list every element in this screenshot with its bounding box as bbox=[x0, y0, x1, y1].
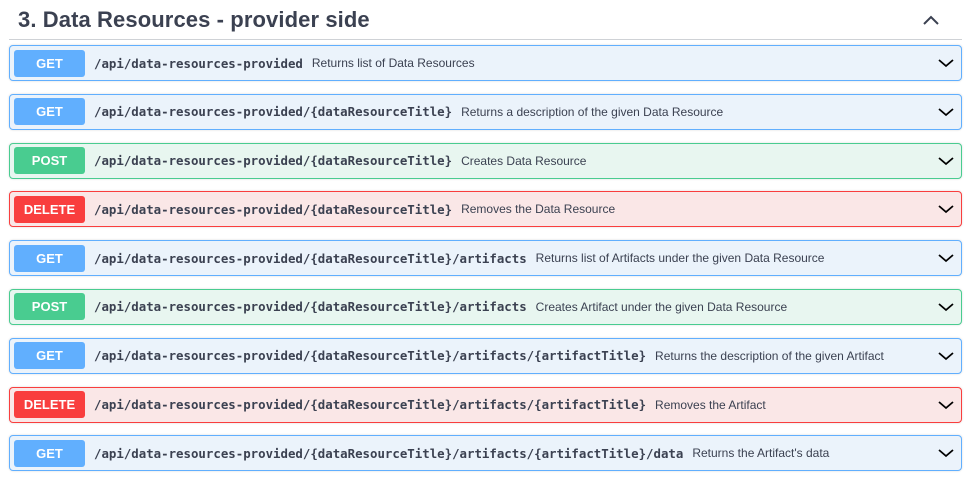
method-badge: GET bbox=[14, 244, 85, 272]
operation-row[interactable]: GET /api/data-resources-provided/{dataRe… bbox=[9, 93, 962, 130]
method-badge: GET bbox=[14, 49, 85, 77]
method-badge: DELETE bbox=[14, 195, 85, 223]
operation-path: /api/data-resources-provided/{dataResour… bbox=[94, 397, 647, 413]
operation-path: /api/data-resources-provided bbox=[94, 55, 303, 71]
operation-summary: Returns the description of the given Art… bbox=[655, 348, 884, 363]
operation-path: /api/data-resources-provided/{dataResour… bbox=[94, 250, 527, 266]
method-badge: POST bbox=[14, 293, 85, 321]
operation-row[interactable]: GET /api/data-resources-provided Returns… bbox=[9, 45, 962, 81]
operation-row[interactable]: GET /api/data-resources-provided/{dataRe… bbox=[9, 240, 962, 277]
chevron-down-icon[interactable] bbox=[936, 297, 956, 317]
operation-summary: Removes the Data Resource bbox=[461, 202, 616, 217]
operation-summary: Creates Data Resource bbox=[461, 153, 587, 168]
method-badge: DELETE bbox=[14, 391, 85, 419]
method-badge: GET bbox=[14, 98, 85, 126]
chevron-down-icon[interactable] bbox=[936, 199, 956, 219]
operation-path: /api/data-resources-provided/{dataResour… bbox=[94, 445, 684, 461]
method-badge: POST bbox=[14, 147, 85, 175]
operation-path: /api/data-resources-provided/{dataResour… bbox=[94, 348, 647, 364]
operation-summary: Returns list of Data Resources bbox=[311, 56, 475, 70]
operation-summary: Returns list of Artifacts under the give… bbox=[535, 251, 825, 266]
operation-row[interactable]: DELETE /api/data-resources-provided/{dat… bbox=[9, 386, 962, 423]
operations-list: GET /api/data-resources-provided Returns… bbox=[9, 45, 962, 484]
operation-row[interactable]: POST /api/data-resources-provided/{dataR… bbox=[9, 288, 962, 325]
chevron-down-icon[interactable] bbox=[936, 53, 956, 73]
operation-row[interactable]: GET /api/data-resources-provided/{dataRe… bbox=[9, 337, 962, 374]
section-header-data-resources-provider[interactable]: 3. Data Resources - provider side bbox=[9, 0, 962, 40]
method-badge: GET bbox=[14, 342, 85, 370]
operation-summary: Returns the Artifact's data bbox=[692, 446, 830, 461]
chevron-down-icon[interactable] bbox=[936, 151, 956, 171]
chevron-down-icon[interactable] bbox=[936, 248, 956, 268]
chevron-down-icon[interactable] bbox=[936, 443, 956, 463]
chevron-down-icon[interactable] bbox=[936, 395, 956, 415]
operation-summary: Creates Artifact under the given Data Re… bbox=[535, 299, 788, 314]
chevron-up-icon[interactable] bbox=[916, 5, 946, 35]
chevron-down-icon[interactable] bbox=[936, 102, 956, 122]
operation-summary: Removes the Artifact bbox=[655, 397, 766, 412]
method-badge: GET bbox=[14, 439, 85, 467]
operation-path: /api/data-resources-provided/{dataResour… bbox=[94, 201, 453, 217]
operation-row[interactable]: GET /api/data-resources-provided/{dataRe… bbox=[9, 435, 962, 472]
chevron-down-icon[interactable] bbox=[936, 346, 956, 366]
section-title: 3. Data Resources - provider side bbox=[18, 6, 370, 32]
operation-summary: Returns a description of the given Data … bbox=[461, 104, 724, 119]
operation-path: /api/data-resources-provided/{dataResour… bbox=[94, 104, 453, 120]
operation-path: /api/data-resources-provided/{dataResour… bbox=[94, 153, 453, 169]
operation-path: /api/data-resources-provided/{dataResour… bbox=[94, 299, 527, 315]
operation-row[interactable]: POST /api/data-resources-provided/{dataR… bbox=[9, 142, 962, 179]
operation-row[interactable]: DELETE /api/data-resources-provided/{dat… bbox=[9, 191, 962, 228]
